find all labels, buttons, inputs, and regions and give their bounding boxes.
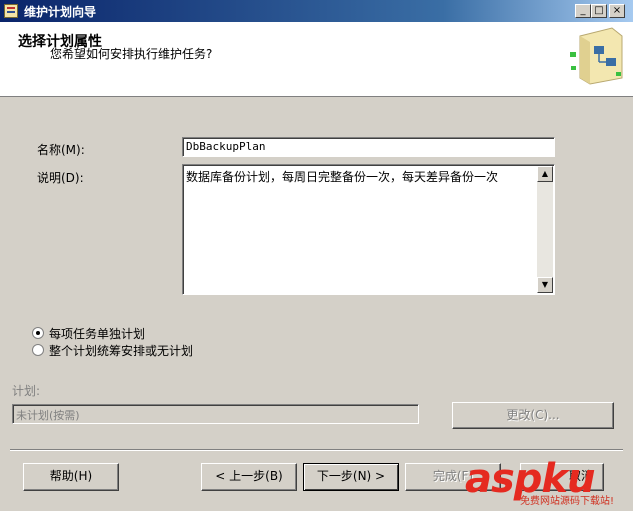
radio-separate-schedule[interactable] xyxy=(32,327,44,339)
page-subtitle: 您希望如何安排执行维护任务? xyxy=(50,47,213,61)
minimize-button[interactable]: _ xyxy=(575,4,591,18)
close-button[interactable]: × xyxy=(609,4,625,18)
radio-single-schedule[interactable] xyxy=(32,344,44,356)
description-scrollbar[interactable]: ▲ ▼ xyxy=(537,166,553,293)
scroll-up-icon[interactable]: ▲ xyxy=(537,166,553,182)
name-input[interactable]: DbBackupPlan xyxy=(182,137,555,157)
app-icon xyxy=(4,4,18,18)
schedule-field: 未计划(按需) xyxy=(12,404,419,424)
title-bar[interactable]: 维护计划向导 _ □ × xyxy=(0,0,633,22)
watermark-tagline: 免费网站源码下载站! xyxy=(520,496,615,507)
scroll-down-icon[interactable]: ▼ xyxy=(537,277,553,293)
back-button[interactable]: < 上一步(B) xyxy=(201,463,297,491)
schedule-label: 计划: xyxy=(12,384,41,398)
footer-separator xyxy=(10,449,623,451)
wizard-graphic-icon xyxy=(570,27,623,85)
wizard-header: 选择计划属性 您希望如何安排执行维护任务? xyxy=(0,22,633,97)
maximize-button[interactable]: □ xyxy=(591,4,607,18)
watermark-logo: aspku 免费网站源码下载站! xyxy=(465,456,633,511)
description-text: 数据库备份计划，每周日完整备份一次，每天差异备份一次 xyxy=(186,170,499,184)
next-button[interactable]: 下一步(N) > xyxy=(303,463,399,491)
next-label: 下一步(N) > xyxy=(316,469,386,483)
option-separate-label: 每项任务单独计划 xyxy=(49,327,146,341)
change-schedule-label: 更改(C)... xyxy=(506,408,560,422)
help-button[interactable]: 帮助(H) xyxy=(23,463,119,491)
help-label: 帮助(H) xyxy=(49,469,93,483)
description-textarea[interactable]: 数据库备份计划，每周日完整备份一次，每天差异备份一次 ▲ ▼ xyxy=(182,164,555,295)
change-schedule-button[interactable]: 更改(C)... xyxy=(452,402,614,429)
back-label: < 上一步(B) xyxy=(215,469,283,483)
name-label: 名称(M): xyxy=(37,143,85,157)
description-label: 说明(D): xyxy=(37,171,84,185)
option-single-label: 整个计划统筹安排或无计划 xyxy=(49,344,194,358)
wizard-window: 维护计划向导 _ □ × 选择计划属性 您希望如何安排执行维护任务? 名称(M)… xyxy=(0,0,633,511)
window-title: 维护计划向导 xyxy=(24,5,97,19)
